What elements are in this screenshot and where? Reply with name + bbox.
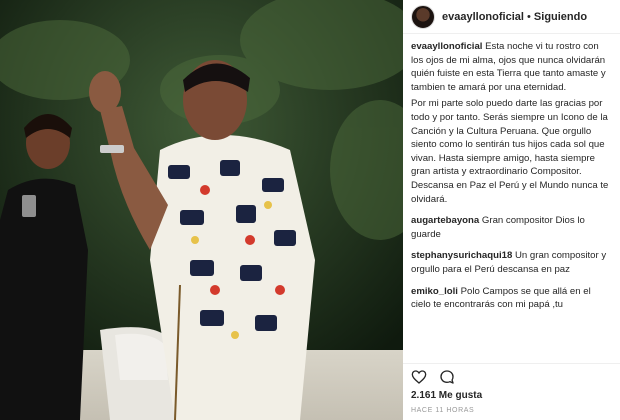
header-text: evaayllonoficial • Siguiendo — [442, 11, 587, 23]
comments-section: evaayllonoficial Esta noche vi tu rostro… — [403, 34, 620, 363]
caption-text-p2: Por mi parte solo puedo darte las gracia… — [411, 98, 609, 205]
header-username[interactable]: evaayllonoficial — [442, 11, 524, 23]
post-side-panel: evaayllonoficial • Siguiendo evaayllonof… — [403, 0, 620, 420]
post-header: evaayllonoficial • Siguiendo — [403, 0, 620, 34]
post-caption: evaayllonoficial Esta noche vi tu rostro… — [411, 40, 612, 206]
instagram-post: evaayllonoficial • Siguiendo evaayllonof… — [0, 0, 620, 420]
comment-item: augartebayona Gran compositor Dios lo gu… — [411, 214, 612, 241]
comment-item: emiko_loli Polo Campos se que allá en el… — [411, 285, 612, 312]
header-separator: • — [527, 10, 531, 23]
follow-status-button[interactable]: Siguiendo — [534, 11, 587, 23]
comment-item: stephanysurichaqui18 Un gran compositor … — [411, 249, 612, 276]
photo-illustration — [0, 0, 403, 420]
profile-avatar[interactable] — [411, 4, 435, 29]
caption-username[interactable]: evaayllonoficial — [411, 41, 482, 52]
comment-username[interactable]: augartebayona — [411, 215, 479, 226]
post-timestamp: HACE 11 HORAS — [411, 407, 475, 414]
comment-bubble-icon[interactable] — [439, 369, 455, 385]
post-actions — [403, 363, 620, 390]
comment-username[interactable]: stephanysurichaqui18 — [411, 250, 512, 261]
comment-username[interactable]: emiko_loli — [411, 286, 458, 297]
post-photo[interactable] — [0, 0, 403, 420]
like-count[interactable]: 2.161 Me gusta — [403, 390, 620, 401]
heart-icon[interactable] — [411, 369, 427, 385]
